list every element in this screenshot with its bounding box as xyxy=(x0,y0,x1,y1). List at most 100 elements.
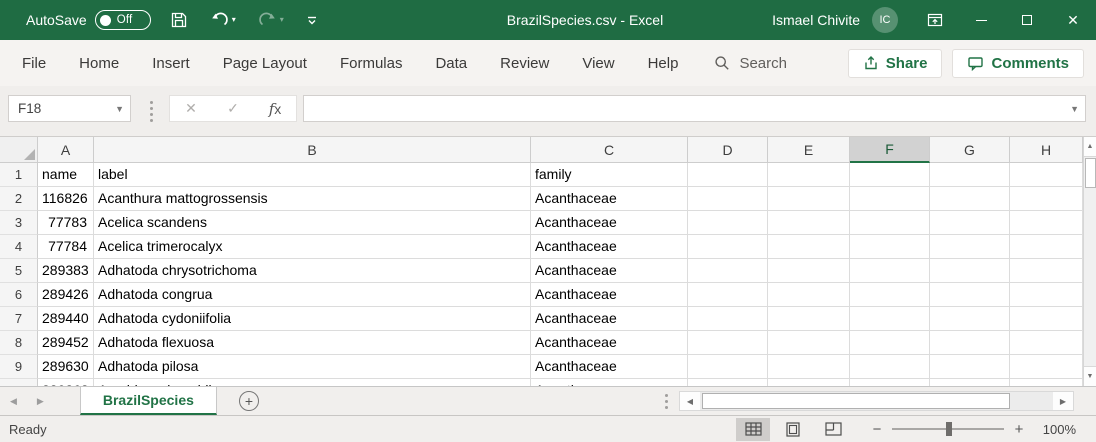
row-header-6[interactable]: 6 xyxy=(0,283,38,307)
scroll-up-button[interactable]: ▲ xyxy=(1084,137,1096,157)
cell-E1[interactable] xyxy=(768,163,850,187)
cell-H10[interactable] xyxy=(1010,379,1083,386)
cell-H3[interactable] xyxy=(1010,211,1083,235)
cell-H5[interactable] xyxy=(1010,259,1083,283)
close-button[interactable]: ✕ xyxy=(1050,0,1096,40)
vertical-scrollbar[interactable]: ▲ ▼ xyxy=(1083,137,1096,386)
cell-A8[interactable]: 289452 xyxy=(38,331,94,355)
cell-F8[interactable] xyxy=(850,331,930,355)
zoom-in-button[interactable]: + xyxy=(1012,421,1026,438)
cell-G1[interactable] xyxy=(930,163,1010,187)
cell-A9[interactable]: 289630 xyxy=(38,355,94,379)
cell-A4[interactable]: 77784 xyxy=(38,235,94,259)
cell-E2[interactable] xyxy=(768,187,850,211)
cell-F3[interactable] xyxy=(850,211,930,235)
expand-formula-bar-caret[interactable]: ▼ xyxy=(1070,104,1079,114)
cell-A2[interactable]: 116826 xyxy=(38,187,94,211)
row-header-7[interactable]: 7 xyxy=(0,307,38,331)
cell-H8[interactable] xyxy=(1010,331,1083,355)
cell-F4[interactable] xyxy=(850,235,930,259)
page-layout-view-button[interactable] xyxy=(776,418,810,441)
cell-B7[interactable]: Adhatoda cydoniifolia xyxy=(94,307,531,331)
tab-home[interactable]: Home xyxy=(77,51,121,76)
column-header-h[interactable]: H xyxy=(1010,137,1083,163)
undo-button[interactable]: ▾ xyxy=(207,10,239,31)
select-all-button[interactable] xyxy=(0,137,38,163)
tab-insert[interactable]: Insert xyxy=(150,51,192,76)
tab-data[interactable]: Data xyxy=(433,51,469,76)
cell-D4[interactable] xyxy=(688,235,768,259)
cell-H1[interactable] xyxy=(1010,163,1083,187)
name-box[interactable]: F18 ▼ xyxy=(8,95,131,122)
maximize-button[interactable] xyxy=(1004,0,1050,40)
cell-C6[interactable]: Acanthaceae xyxy=(531,283,688,307)
cell-H6[interactable] xyxy=(1010,283,1083,307)
tab-view[interactable]: View xyxy=(580,51,616,76)
tab-file[interactable]: File xyxy=(20,51,48,76)
previous-sheet-button[interactable]: ◀ xyxy=(0,396,27,407)
column-header-d[interactable]: D xyxy=(688,137,768,163)
cell-C5[interactable]: Acanthaceae xyxy=(531,259,688,283)
zoom-slider-track[interactable] xyxy=(892,428,1004,430)
cell-D1[interactable] xyxy=(688,163,768,187)
new-sheet-button[interactable]: + xyxy=(239,391,259,411)
horizontal-scrollbar-thumb[interactable] xyxy=(702,393,1010,409)
cell-G3[interactable] xyxy=(930,211,1010,235)
row-header-3[interactable]: 3 xyxy=(0,211,38,235)
cell-G4[interactable] xyxy=(930,235,1010,259)
cell-F7[interactable] xyxy=(850,307,930,331)
cell-A3[interactable]: 77783 xyxy=(38,211,94,235)
cancel-button[interactable]: ✕ xyxy=(170,96,212,121)
cell-C4[interactable]: Acanthaceae xyxy=(531,235,688,259)
cell-G5[interactable] xyxy=(930,259,1010,283)
zoom-level[interactable]: 100% xyxy=(1034,422,1076,437)
ribbon-display-options-button[interactable] xyxy=(912,0,958,40)
normal-view-button[interactable] xyxy=(736,418,770,441)
cell-B5[interactable]: Adhatoda chrysotrichoma xyxy=(94,259,531,283)
cell-E10[interactable] xyxy=(768,379,850,386)
cell-G8[interactable] xyxy=(930,331,1010,355)
comments-button[interactable]: Comments xyxy=(952,49,1084,78)
cell-D8[interactable] xyxy=(688,331,768,355)
tab-bar-splitter[interactable] xyxy=(662,394,671,409)
cell-B4[interactable]: Acelica trimerocalyx xyxy=(94,235,531,259)
cell-D3[interactable] xyxy=(688,211,768,235)
share-button[interactable]: Share xyxy=(848,49,943,78)
cell-A5[interactable]: 289383 xyxy=(38,259,94,283)
column-header-c[interactable]: C xyxy=(531,137,688,163)
row-header-4[interactable]: 4 xyxy=(0,235,38,259)
undo-dropdown-caret[interactable]: ▾ xyxy=(232,16,236,24)
row-header-9[interactable]: 9 xyxy=(0,355,38,379)
cell-D10[interactable] xyxy=(688,379,768,386)
cell-F9[interactable] xyxy=(850,355,930,379)
minimize-button[interactable] xyxy=(958,0,1004,40)
cell-B9[interactable]: Adhatoda pilosa xyxy=(94,355,531,379)
cell-G9[interactable] xyxy=(930,355,1010,379)
cell-D9[interactable] xyxy=(688,355,768,379)
row-header-5[interactable]: 5 xyxy=(0,259,38,283)
cell-E9[interactable] xyxy=(768,355,850,379)
sheet-tab-brazilspecies[interactable]: BrazilSpecies xyxy=(80,387,217,415)
cell-C1[interactable]: family xyxy=(531,163,688,187)
column-header-f[interactable]: F xyxy=(850,137,930,163)
save-button[interactable] xyxy=(167,9,191,31)
tab-help[interactable]: Help xyxy=(646,51,681,76)
cell-A7[interactable]: 289440 xyxy=(38,307,94,331)
autosave-toggle[interactable]: AutoSave Off xyxy=(26,10,151,30)
redo-dropdown-caret[interactable]: ▾ xyxy=(280,16,284,24)
quick-access-toolbar-button[interactable] xyxy=(303,12,321,28)
cell-B1[interactable]: label xyxy=(94,163,531,187)
cell-G2[interactable] xyxy=(930,187,1010,211)
horizontal-scrollbar[interactable]: ◀ ▶ xyxy=(679,391,1074,411)
cell-D5[interactable] xyxy=(688,259,768,283)
cell-C2[interactable]: Acanthaceae xyxy=(531,187,688,211)
row-header-1[interactable]: 1 xyxy=(0,163,38,187)
cell-A10[interactable]: 289868 xyxy=(38,379,94,386)
cell-F5[interactable] xyxy=(850,259,930,283)
autosave-switch[interactable]: Off xyxy=(95,10,151,30)
cell-G7[interactable] xyxy=(930,307,1010,331)
cell-F6[interactable] xyxy=(850,283,930,307)
cell-E6[interactable] xyxy=(768,283,850,307)
cell-B8[interactable]: Adhatoda flexuosa xyxy=(94,331,531,355)
tab-formulas[interactable]: Formulas xyxy=(338,51,405,76)
